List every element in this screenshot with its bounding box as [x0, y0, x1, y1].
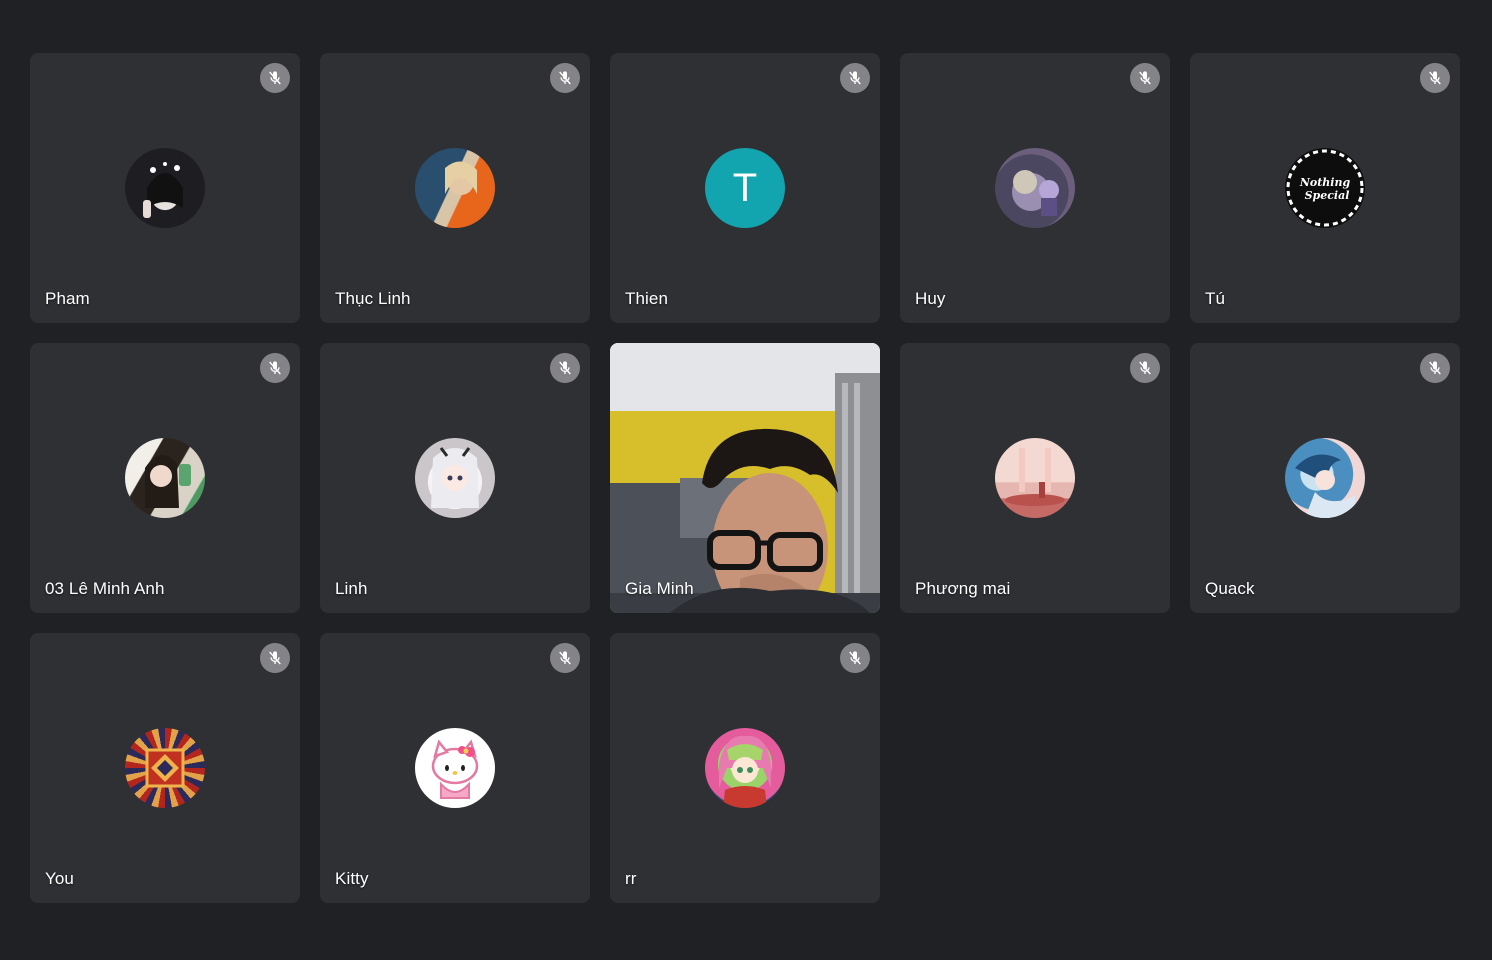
- mic-off-icon: [260, 353, 290, 383]
- participant-tile-linh[interactable]: Linh: [320, 343, 590, 613]
- avatar: [125, 728, 205, 808]
- avatar: [705, 728, 785, 808]
- mic-off-icon: [550, 353, 580, 383]
- svg-text:Special: Special: [1305, 189, 1350, 202]
- avatar: [995, 438, 1075, 518]
- mic-off-icon: [840, 643, 870, 673]
- avatar: [415, 148, 495, 228]
- participant-name: Quack: [1205, 579, 1255, 598]
- mic-off-icon: [1420, 63, 1450, 93]
- participant-name: Huy: [915, 289, 946, 308]
- participant-tile-pham[interactable]: Pham: [30, 53, 300, 323]
- avatar: [995, 148, 1075, 228]
- hello-kitty-avatar: [415, 728, 495, 808]
- participant-tile-quack[interactable]: Quack: [1190, 343, 1460, 613]
- participant-tile-thuc-linh[interactable]: Thục Linh: [320, 53, 590, 323]
- participant-tile-huy[interactable]: Huy: [900, 53, 1170, 323]
- mic-off-icon: [260, 643, 290, 673]
- participant-name: Pham: [45, 289, 90, 308]
- letter-avatar: T: [705, 148, 785, 228]
- nothing-special-logo: Nothing Special: [1285, 148, 1365, 228]
- participant-tile-le-minh-anh[interactable]: 03 Lê Minh Anh: [30, 343, 300, 613]
- participant-name: 03 Lê Minh Anh: [45, 579, 165, 598]
- mic-off-icon: [550, 63, 580, 93]
- participant-tile-gia-minh[interactable]: Gia Minh: [610, 343, 880, 613]
- mic-off-icon: [550, 643, 580, 673]
- participant-tile-rr[interactable]: rr: [610, 633, 880, 903]
- participant-name: rr: [625, 869, 637, 888]
- participant-tile-phuong-mai[interactable]: Phương mai: [900, 343, 1170, 613]
- participant-name: Linh: [335, 579, 368, 598]
- live-video-feed: [610, 343, 880, 613]
- avatar: [1285, 438, 1365, 518]
- participant-tile-you[interactable]: You: [30, 633, 300, 903]
- participant-name: Thien: [625, 289, 669, 308]
- mic-off-icon: [1130, 353, 1160, 383]
- participant-name: Phương mai: [915, 579, 1011, 598]
- participant-name: Gia Minh: [625, 579, 694, 598]
- avatar-initial: T: [732, 165, 758, 210]
- svg-text:Nothing: Nothing: [1299, 176, 1351, 189]
- mic-off-icon: [1420, 353, 1450, 383]
- avatar: [125, 438, 205, 518]
- participant-grid: Pham Thục Linh T Thien Huy Nothing Speci…: [30, 53, 1462, 903]
- mic-off-icon: [840, 63, 870, 93]
- participant-name: Kitty: [335, 869, 369, 888]
- participant-tile-kitty[interactable]: Kitty: [320, 633, 590, 903]
- mic-off-icon: [1130, 63, 1160, 93]
- participant-tile-thien[interactable]: T Thien: [610, 53, 880, 323]
- avatar: [125, 148, 205, 228]
- participant-tile-tu[interactable]: Nothing Special Tú: [1190, 53, 1460, 323]
- avatar: [415, 438, 495, 518]
- mic-off-icon: [260, 63, 290, 93]
- participant-name: Tú: [1205, 289, 1226, 308]
- participant-name: You: [45, 869, 74, 888]
- participant-name: Thục Linh: [335, 289, 411, 308]
